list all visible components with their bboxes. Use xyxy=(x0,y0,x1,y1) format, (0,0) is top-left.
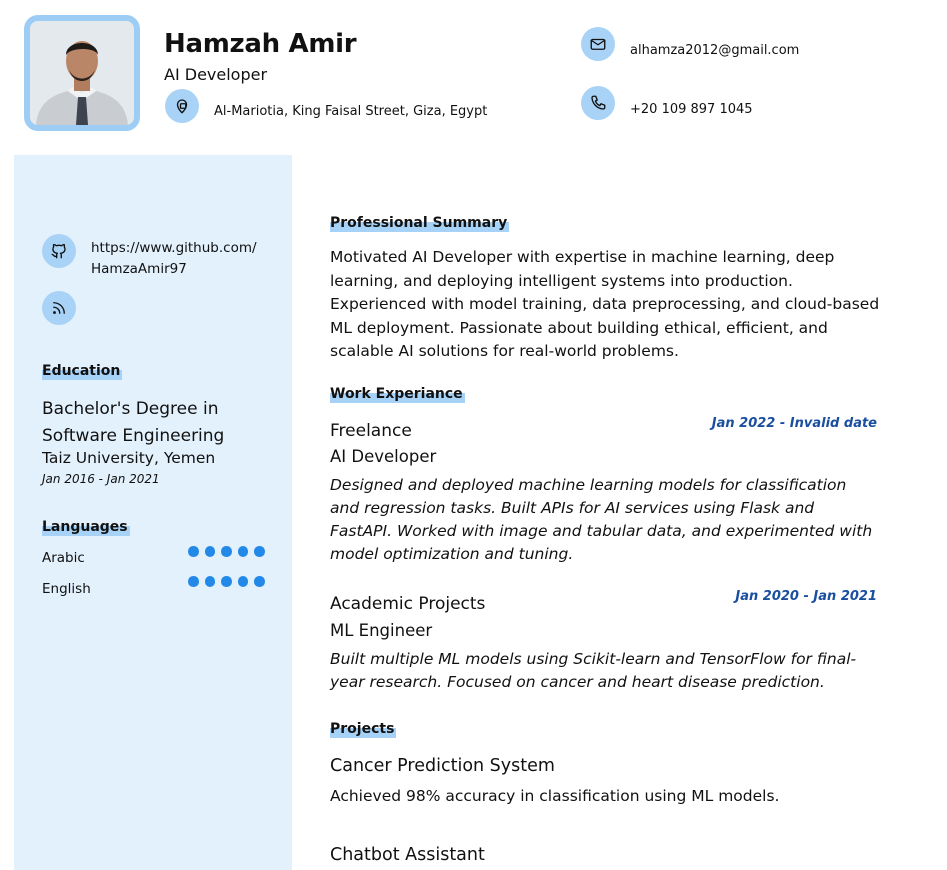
language-level xyxy=(188,576,265,587)
profile-photo xyxy=(24,15,140,131)
proficiency-dot xyxy=(237,576,248,587)
location-icon xyxy=(165,89,199,123)
proficiency-dot xyxy=(254,546,265,557)
proficiency-dot xyxy=(221,546,232,557)
language-name: English xyxy=(42,581,91,597)
mail-icon[interactable] xyxy=(581,27,615,61)
education-degree: Bachelor's Degree in Software Engineerin… xyxy=(42,399,225,446)
project-description: Achieved 98% accuracy in classification … xyxy=(330,787,780,805)
job-company: Academic Projects xyxy=(330,594,486,614)
proficiency-dot xyxy=(254,576,265,587)
summary-heading: Professional Summary xyxy=(330,214,510,232)
proficiency-dot xyxy=(204,576,215,587)
summary-text: Motivated AI Developer with expertise in… xyxy=(330,248,880,360)
job-role: AI Developer xyxy=(330,447,437,466)
email-link[interactable]: alhamza2012@gmail.com xyxy=(630,43,799,58)
language-name: Arabic xyxy=(42,550,85,566)
job-company: Freelance xyxy=(330,421,412,441)
job-dates: Jan 2020 - Jan 2021 xyxy=(735,589,877,604)
projects-heading: Projects xyxy=(330,720,397,738)
address-text: Al-Mariotia, King Faisal Street, Giza, E… xyxy=(214,104,488,119)
education-dates: Jan 2016 - Jan 2021 xyxy=(42,472,160,486)
education-heading: Education xyxy=(42,362,123,380)
job-role: ML Engineer xyxy=(330,621,433,640)
github-link[interactable]: https://www.github.com/HamzaAmir97 xyxy=(91,238,261,280)
job-dates: Jan 2022 - Invalid date xyxy=(711,416,877,431)
languages-heading: Languages xyxy=(42,518,130,536)
project-title: Chatbot Assistant xyxy=(330,845,485,865)
education-school: Taiz University, Yemen xyxy=(42,449,216,467)
proficiency-dot xyxy=(188,546,199,557)
phone-icon[interactable] xyxy=(581,86,615,120)
phone-link[interactable]: +20 109 897 1045 xyxy=(630,102,753,117)
proficiency-dot xyxy=(237,546,248,557)
proficiency-dot xyxy=(204,546,215,557)
candidate-name: Hamzah Amir xyxy=(164,29,357,59)
proficiency-dot xyxy=(188,576,199,587)
rss-icon[interactable] xyxy=(42,291,76,325)
proficiency-dot xyxy=(221,576,232,587)
work-heading: Work Experiance xyxy=(330,385,465,403)
github-icon[interactable] xyxy=(42,234,76,268)
language-level xyxy=(188,546,265,557)
project-title: Cancer Prediction System xyxy=(330,756,555,776)
job-description: Designed and deployed machine learning m… xyxy=(330,476,873,563)
job-description: Built multiple ML models using Scikit-le… xyxy=(330,650,857,691)
candidate-role: AI Developer xyxy=(164,65,268,84)
